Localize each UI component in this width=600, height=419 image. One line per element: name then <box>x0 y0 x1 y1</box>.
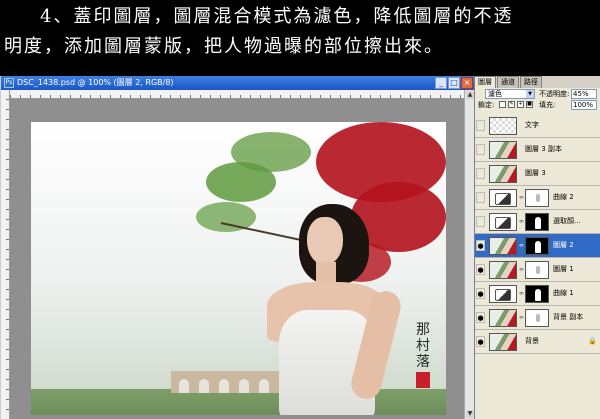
eye-icon[interactable]: ● <box>476 240 485 251</box>
close-button[interactable]: × <box>461 77 473 89</box>
photo-canvas[interactable]: 那村落 <box>31 122 446 415</box>
layer-mask-thumbnail[interactable] <box>525 285 549 303</box>
layer-thumbnail <box>489 117 517 135</box>
layers-panel: 濾色 ▼ 不透明度: 45% 鎖定: ✎ + ■ 填充: 100% 文字 圖層 … <box>474 88 600 419</box>
vertical-ruler[interactable] <box>1 90 10 419</box>
mask-link-icon[interactable]: ∞ <box>519 266 524 274</box>
document-window: Ps DSC_1438.psd @ 100% (圖層 2, RGB/8) _ □… <box>0 76 475 419</box>
lock-transparency-icon[interactable] <box>499 101 506 108</box>
lock-icon: 🔒 <box>588 337 597 345</box>
layer-mask-thumbnail[interactable] <box>525 309 549 327</box>
layer-row-layer3-copy[interactable]: 圖層 3 副本 <box>475 138 600 162</box>
red-stamp <box>416 372 430 388</box>
visibility-toggle-icon[interactable] <box>476 144 485 155</box>
opacity-input[interactable]: 45% <box>571 89 597 99</box>
eye-icon[interactable]: ● <box>476 336 485 347</box>
eye-icon[interactable]: ● <box>476 312 485 323</box>
opacity-label: 不透明度: <box>539 90 570 98</box>
layer-name: 圖層 1 <box>553 265 574 273</box>
fill-input[interactable]: 100% <box>571 100 597 110</box>
vertical-scrollbar[interactable]: ▲ ▼ <box>464 90 474 419</box>
layer-mask-thumbnail[interactable] <box>525 213 549 231</box>
instruction-line-1: 4、蓋印圖層，圖層混合模式為濾色，降低圖層的不透 <box>40 6 514 27</box>
eye-icon[interactable]: ● <box>476 264 485 275</box>
mask-link-icon[interactable]: ∞ <box>519 314 524 322</box>
instruction-line-2: 明度，添加圖層蒙版，把人物過曝的部位擦出來。 <box>4 36 444 57</box>
layer-name: 圖層 3 副本 <box>525 145 562 153</box>
horizontal-ruler[interactable] <box>10 90 465 99</box>
blend-mode-value: 濾色 <box>488 90 502 98</box>
document-title: DSC_1438.psd @ 100% (圖層 2, RGB/8) <box>17 78 174 87</box>
layer-row-layer3[interactable]: 圖層 3 <box>475 162 600 186</box>
signature-seal: 那村落 <box>416 322 438 402</box>
layer-mask-thumbnail[interactable] <box>525 189 549 207</box>
window-controls: _ □ × <box>435 77 473 89</box>
chevron-down-icon[interactable]: ▼ <box>526 90 534 98</box>
mask-link-icon[interactable]: ∞ <box>519 194 524 202</box>
layer-row-layer1[interactable]: ● ∞ 圖層 1 <box>475 258 600 282</box>
layer-name: 背景 <box>525 337 539 345</box>
blend-mode-select[interactable]: 濾色 ▼ <box>485 89 535 99</box>
green-foliage <box>231 132 311 172</box>
tab-layers[interactable]: 圖層 <box>474 76 496 88</box>
layer-row-background-copy[interactable]: ● ∞ 背景 副本 <box>475 306 600 330</box>
layer-name: 背景 副本 <box>553 313 584 321</box>
selective-color-adjustment-icon <box>489 213 517 231</box>
layer-name: 圖層 3 <box>525 169 546 177</box>
layer-thumbnail <box>489 309 517 327</box>
document-titlebar[interactable]: Ps DSC_1438.psd @ 100% (圖層 2, RGB/8) _ □… <box>1 76 475 90</box>
mask-link-icon[interactable]: ∞ <box>519 218 524 226</box>
visibility-toggle-icon[interactable] <box>476 168 485 179</box>
curves-adjustment-icon <box>489 285 517 303</box>
layer-mask-thumbnail[interactable] <box>525 237 549 255</box>
visibility-toggle-icon[interactable] <box>476 216 485 227</box>
layer-name: 文字 <box>525 121 539 129</box>
layer-name: 曲線 2 <box>553 193 574 201</box>
maximize-button[interactable]: □ <box>448 77 460 89</box>
layer-row-background[interactable]: ● 背景 🔒 <box>475 330 600 354</box>
layer-list: 文字 圖層 3 副本 圖層 3 ∞ 曲線 2 ∞ 選取顏... ● ∞ 圖層 2… <box>475 114 600 354</box>
minimize-button[interactable]: _ <box>435 77 447 89</box>
layer-name: 曲線 1 <box>553 289 574 297</box>
lock-all-icon[interactable]: ■ <box>526 101 533 108</box>
lock-pixels-icon[interactable]: ✎ <box>508 101 515 108</box>
layer-row-curves1[interactable]: ● ∞ 曲線 1 <box>475 282 600 306</box>
lock-options: ✎ + ■ <box>499 101 533 108</box>
person-face <box>307 217 343 265</box>
eye-icon[interactable]: ● <box>476 288 485 299</box>
visibility-toggle-icon[interactable] <box>476 192 485 203</box>
layer-row-layer2[interactable]: ● ∞ 圖層 2 <box>475 234 600 258</box>
signature-text: 那村落 <box>416 322 430 370</box>
layer-thumbnail <box>489 165 517 183</box>
layer-options: 濾色 ▼ 不透明度: 45% 鎖定: ✎ + ■ 填充: 100% <box>475 88 600 112</box>
visibility-toggle-icon[interactable] <box>476 120 485 131</box>
layer-thumbnail <box>489 261 517 279</box>
instruction-banner: 4、蓋印圖層，圖層混合模式為濾色，降低圖層的不透 明度，添加圖層蒙版，把人物過曝… <box>0 0 600 74</box>
fill-label: 填充: <box>539 101 556 109</box>
mask-link-icon[interactable]: ∞ <box>519 290 524 298</box>
scroll-up-icon[interactable]: ▲ <box>466 91 474 99</box>
photoshop-icon: Ps <box>4 78 14 88</box>
tab-paths[interactable]: 路徑 <box>520 76 542 88</box>
layer-row-selective-color[interactable]: ∞ 選取顏... <box>475 210 600 234</box>
layer-mask-thumbnail[interactable] <box>525 261 549 279</box>
layer-row-text[interactable]: 文字 <box>475 114 600 138</box>
curves-adjustment-icon <box>489 189 517 207</box>
layer-name: 圖層 2 <box>553 241 574 249</box>
layer-row-curves2[interactable]: ∞ 曲線 2 <box>475 186 600 210</box>
panel-tabs: 圖層 通道 路徑 <box>474 76 600 88</box>
layer-thumbnail <box>489 237 517 255</box>
tab-channels[interactable]: 通道 <box>497 76 519 88</box>
lock-label: 鎖定: <box>478 101 495 109</box>
layer-thumbnail <box>489 333 517 351</box>
lock-position-icon[interactable]: + <box>517 101 524 108</box>
scroll-down-icon[interactable]: ▼ <box>466 410 474 418</box>
layer-thumbnail <box>489 141 517 159</box>
mask-link-icon[interactable]: ∞ <box>519 242 524 250</box>
layer-name: 選取顏... <box>553 217 581 225</box>
